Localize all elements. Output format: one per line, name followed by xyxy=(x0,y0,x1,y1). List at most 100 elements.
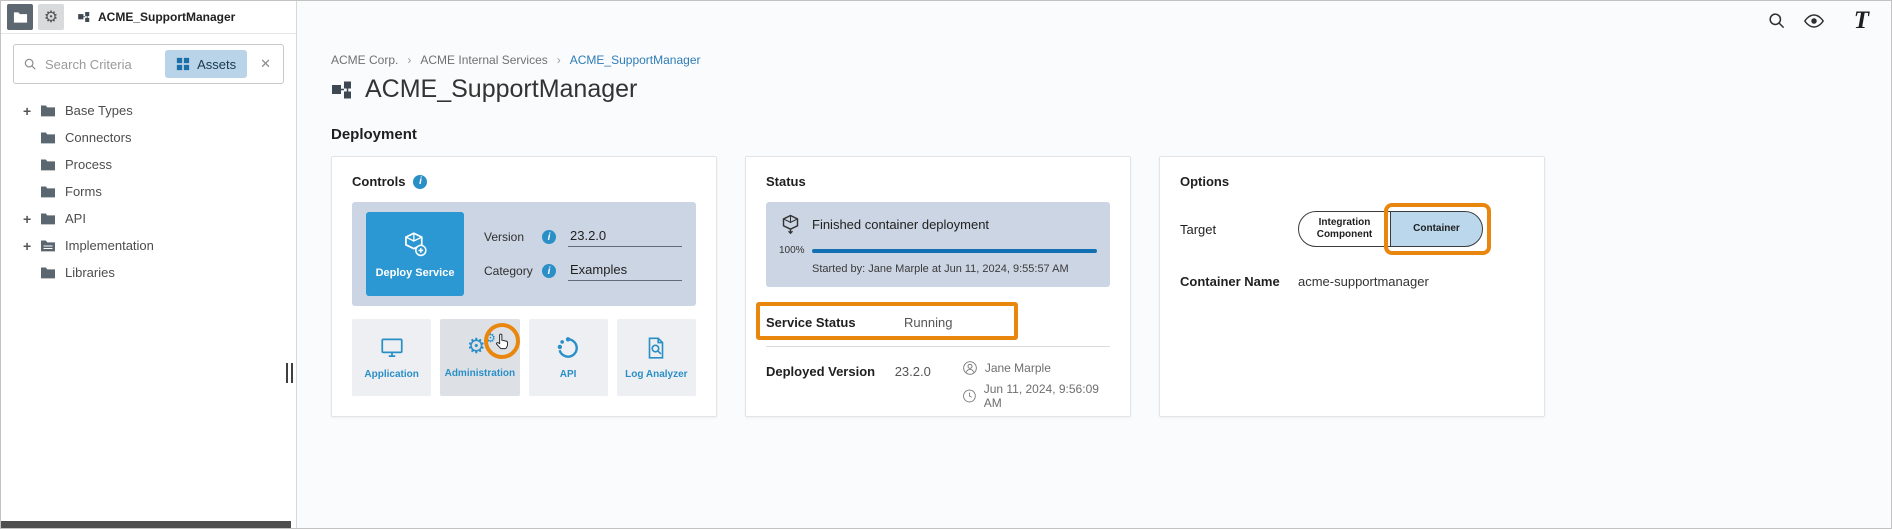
version-field-row: Version i 23.2.0 xyxy=(484,227,682,247)
tree-item-libraries[interactable]: Libraries xyxy=(1,259,296,286)
app-window: ⚙ ACME_SupportManager Search Criteria As… xyxy=(0,0,1892,529)
clock-icon xyxy=(962,388,977,404)
sidebar-horizontal-scrollbar[interactable] xyxy=(1,521,291,528)
breadcrumb: ACME Corp. › ACME Internal Services › AC… xyxy=(331,53,700,67)
project-tab[interactable]: ACME_SupportManager xyxy=(77,10,235,24)
target-option-container[interactable]: Container xyxy=(1390,211,1483,247)
progress-bar xyxy=(812,249,1097,253)
progress-row: 100% xyxy=(779,245,1097,256)
controls-tiles: Application ⚙⚙ Administration xyxy=(352,319,696,396)
divider xyxy=(766,346,1110,347)
sidebar-toolbar: ⚙ ACME_SupportManager xyxy=(1,1,296,34)
tree-item-label: API xyxy=(65,211,86,226)
administration-tile[interactable]: ⚙⚙ Administration xyxy=(440,319,519,396)
clear-search-icon[interactable]: ✕ xyxy=(260,57,271,72)
deployed-at-time: Jun 11, 2024, 9:56:09 AM xyxy=(984,382,1110,410)
deployed-by-name: Jane Marple xyxy=(985,361,1051,375)
breadcrumb-separator-icon: › xyxy=(557,53,561,67)
folder-icon xyxy=(13,10,28,25)
expand-icon[interactable]: + xyxy=(23,211,40,227)
container-name-value: acme-supportmanager xyxy=(1298,274,1429,289)
info-icon[interactable]: i xyxy=(542,264,556,278)
options-card-title-row: Options xyxy=(1180,174,1524,189)
container-name-row: Container Name acme-supportmanager xyxy=(1180,274,1524,289)
log-analyzer-icon xyxy=(643,335,669,361)
api-tile[interactable]: API xyxy=(529,319,608,396)
settings-button[interactable]: ⚙ xyxy=(38,4,64,30)
implementation-folder-icon xyxy=(40,238,56,254)
tree-item-base-types[interactable]: + Base Types xyxy=(1,97,296,124)
tree-item-process[interactable]: Process xyxy=(1,151,296,178)
main-area: T ACME Corp. › ACME Internal Services › … xyxy=(298,1,1891,528)
expand-icon[interactable]: + xyxy=(23,103,40,119)
options-card: Options Target Integration Component Con… xyxy=(1159,156,1545,417)
deploy-fields: Version i 23.2.0 Category i Examples xyxy=(484,227,682,281)
folder-tree-button[interactable] xyxy=(7,4,33,30)
info-icon[interactable]: i xyxy=(542,230,556,244)
container-name-label: Container Name xyxy=(1180,274,1298,289)
breadcrumb-item[interactable]: ACME Corp. xyxy=(331,53,398,67)
search-input[interactable]: Search Criteria Assets ✕ xyxy=(13,44,284,84)
preview-eye-icon[interactable] xyxy=(1803,10,1825,32)
tree-item-connectors[interactable]: Connectors xyxy=(1,124,296,151)
folder-icon xyxy=(40,211,56,227)
breadcrumb-item-current[interactable]: ACME_SupportManager xyxy=(570,53,701,67)
breadcrumb-separator-icon: › xyxy=(407,53,411,67)
category-field-row: Category i Examples xyxy=(484,261,682,281)
sidebar-resize-handle[interactable] xyxy=(286,363,293,383)
api-icon xyxy=(555,335,581,361)
breadcrumb-item[interactable]: ACME Internal Services xyxy=(420,53,547,67)
tree-item-label: Implementation xyxy=(65,238,154,253)
category-input[interactable]: Examples xyxy=(568,261,682,281)
log-analyzer-tile[interactable]: Log Analyzer xyxy=(617,319,696,396)
global-search-icon[interactable] xyxy=(1767,11,1786,30)
tech-community-logo[interactable]: T xyxy=(1854,8,1869,33)
status-message: Finished container deployment xyxy=(812,217,989,232)
search-icon xyxy=(23,57,37,71)
tree-item-label: Connectors xyxy=(65,130,131,145)
tree-item-api[interactable]: + API xyxy=(1,205,296,232)
target-row: Target Integration Component Container xyxy=(1180,211,1524,247)
deploy-service-button[interactable]: Deploy Service xyxy=(366,212,464,296)
folder-icon xyxy=(40,130,56,146)
category-label: Category xyxy=(484,264,534,278)
service-status-value: Running xyxy=(904,315,952,330)
deployed-version-label: Deployed Version xyxy=(766,360,895,379)
deployment-cards: Controls i Deploy Service xyxy=(331,156,1545,417)
deploy-service-label: Deploy Service xyxy=(376,267,455,279)
deployed-meta: Jane Marple Jun 11, 2024, 9:56:09 AM xyxy=(962,360,1110,410)
tree-item-implementation[interactable]: + Implementation xyxy=(1,232,296,259)
expand-icon[interactable]: + xyxy=(23,238,40,254)
version-label: Version xyxy=(484,230,534,244)
deployment-status-panel: Finished container deployment 100% Start… xyxy=(766,202,1110,287)
status-card: Status Finished container deployment 100… xyxy=(745,156,1131,417)
service-status-label: Service Status xyxy=(766,315,904,330)
controls-card-title: Controls xyxy=(352,174,405,189)
options-card-title: Options xyxy=(1180,174,1229,189)
info-icon[interactable]: i xyxy=(413,175,427,189)
container-deploy-icon xyxy=(779,213,802,236)
version-input[interactable]: 23.2.0 xyxy=(568,227,682,247)
assets-grid-icon xyxy=(176,57,190,71)
status-card-title-row: Status xyxy=(766,174,1110,189)
target-label: Target xyxy=(1180,222,1298,237)
target-option-integration-component[interactable]: Integration Component xyxy=(1298,211,1391,247)
assets-filter-chip[interactable]: Assets xyxy=(165,50,247,78)
gear-icon: ⚙ xyxy=(44,9,58,25)
administration-tile-label: Administration xyxy=(445,368,516,379)
tree-item-forms[interactable]: Forms xyxy=(1,178,296,205)
application-tile[interactable]: Application xyxy=(352,319,431,396)
project-tab-label: ACME_SupportManager xyxy=(98,10,235,24)
folder-icon xyxy=(40,103,56,119)
target-segmented-control: Integration Component Container xyxy=(1298,211,1483,247)
deploy-panel: Deploy Service Version i 23.2.0 Category… xyxy=(352,202,696,306)
folder-icon xyxy=(40,157,56,173)
status-message-row: Finished container deployment xyxy=(779,213,1097,236)
asset-tree: + Base Types Connectors Process Forms + xyxy=(1,90,296,286)
administration-icon: ⚙⚙ xyxy=(467,336,493,360)
deployed-by-row: Jane Marple xyxy=(962,360,1110,376)
tree-item-label: Libraries xyxy=(65,265,115,280)
deployed-at-row: Jun 11, 2024, 9:56:09 AM xyxy=(962,382,1110,410)
controls-card-title-row: Controls i xyxy=(352,174,696,189)
tree-item-label: Process xyxy=(65,157,112,172)
